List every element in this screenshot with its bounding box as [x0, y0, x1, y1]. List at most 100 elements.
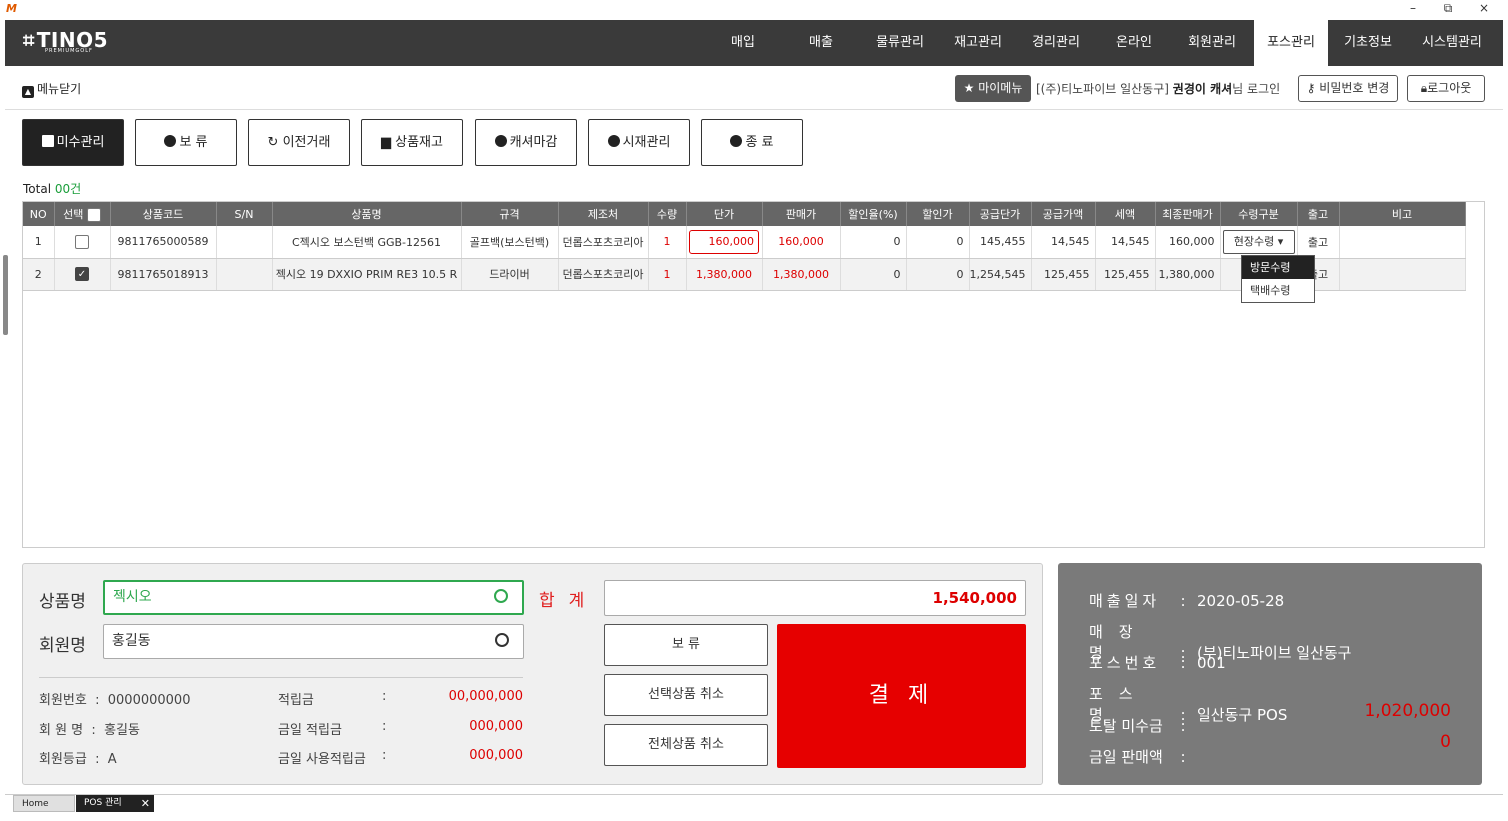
cash-management-button[interactable]: 시재관리	[588, 119, 690, 166]
product-stock-button[interactable]: ▆ 상품재고	[361, 119, 463, 166]
col-qty: 수량	[648, 202, 687, 226]
col-tax: 세액	[1095, 202, 1156, 226]
col-sn: S/N	[216, 202, 273, 226]
table-row[interactable]: 1 9811765000589 C젝시오 보스턴백 GGB-12561 골프백(…	[23, 226, 1466, 259]
minimize-icon[interactable]: –	[1403, 1, 1423, 15]
member-name-row: 회 원 명 : 홍길동	[39, 723, 140, 738]
col-out: 출고	[1297, 202, 1340, 226]
list-circle-icon	[494, 135, 507, 147]
brand-logo[interactable]: ⌗ TINO5 PREMIUMGOLF	[23, 28, 108, 54]
row-checkbox[interactable]	[75, 234, 89, 249]
receive-type-dropdown: 방문수령 택배수령	[1241, 255, 1315, 303]
member-name-label: 회원명	[39, 636, 86, 656]
save-icon: ▆	[381, 135, 391, 150]
nav-sales[interactable]: 매출	[795, 20, 847, 66]
col-spec: 규격	[461, 202, 559, 226]
nav-logistics[interactable]: 물류관리	[869, 20, 931, 66]
brand-mark-icon: ⌗	[23, 28, 35, 52]
nav-members[interactable]: 회원관리	[1181, 20, 1243, 66]
hold-toolbar-button[interactable]: 보 류	[135, 119, 237, 166]
product-name-label: 상품명	[39, 592, 86, 612]
restore-icon[interactable]: ⧉	[1438, 1, 1458, 16]
sales-summary-panel: 매출일자:2020-05-28 매장명: (부)티노파이브 일산동구 포스번호:0…	[1058, 563, 1482, 785]
login-info: [(주)티노파이브 일산동구] 권경이 캐셔님 로그인	[1036, 82, 1281, 96]
today-sales-value: 0	[1440, 732, 1451, 752]
tab-home[interactable]: Home	[13, 795, 75, 812]
close-tab-icon[interactable]: ✕	[141, 795, 150, 812]
col-sale-price: 판매가	[762, 202, 841, 226]
col-discount-rate: 할인율(%)	[840, 202, 907, 226]
col-name: 상품명	[272, 202, 462, 226]
member-grade-row: 회원등급 : A	[39, 752, 117, 767]
col-receive: 수령구분	[1220, 202, 1298, 226]
hold-button[interactable]: 보 류	[604, 624, 768, 666]
change-password-button[interactable]: ⚷ 비밀번호 변경	[1298, 75, 1398, 102]
won-circle-icon	[607, 135, 620, 147]
unit-price-input[interactable]: 160,000	[689, 229, 759, 254]
divider	[39, 677, 523, 678]
col-code: 상품코드	[110, 202, 217, 226]
exit-button[interactable]: 종 료	[701, 119, 803, 166]
my-menu-button[interactable]: ★ 마이메뉴	[955, 75, 1031, 102]
today-used-value: 000,000	[469, 748, 523, 763]
undo-icon: ↻	[267, 135, 279, 150]
ledger-icon	[41, 135, 54, 147]
member-no-row: 회원번호 : 0000000000	[39, 693, 191, 708]
col-select[interactable]: 선택	[54, 202, 111, 226]
nav-inventory[interactable]: 재고관리	[947, 20, 1009, 66]
nav-basic-info[interactable]: 기초정보	[1337, 20, 1399, 66]
window-titlebar: M – ⧉ ×	[0, 0, 1508, 20]
receive-option-delivery[interactable]: 택배수령	[1242, 279, 1314, 302]
pay-button[interactable]: 결 제	[777, 624, 1026, 768]
total-unpaid-value: 1,020,000	[1364, 701, 1451, 721]
col-supply-unit: 공급단가	[969, 202, 1032, 226]
sales-item-grid: NO 선택 상품코드 S/N 상품명 규격 제조처 수량 단가 판매가 할인율(…	[22, 201, 1485, 548]
cashier-close-button[interactable]: 캐셔마감	[475, 119, 577, 166]
nav-pos[interactable]: 포스관리	[1254, 20, 1328, 66]
left-scroll-handle[interactable]	[3, 255, 8, 335]
nav-accounting[interactable]: 경리관리	[1025, 20, 1087, 66]
col-unit-price: 단가	[686, 202, 763, 226]
points-label: 적립금	[278, 693, 314, 708]
tab-pos-management[interactable]: POS 관리 ✕	[76, 795, 154, 812]
app-icon: M	[6, 2, 17, 15]
total-unpaid-row: 토탈 미수금:	[1089, 717, 1186, 735]
receive-option-visit[interactable]: 방문수령	[1242, 256, 1314, 279]
close-window-icon[interactable]: ×	[1474, 1, 1494, 15]
caret-down-icon: ▾	[1277, 234, 1284, 248]
sale-date-row: 매출일자:2020-05-28	[1089, 592, 1285, 610]
collapse-icon: ▲	[22, 86, 34, 98]
star-icon: ★	[963, 81, 975, 95]
menu-close-button[interactable]: ▲ 메뉴닫기	[22, 80, 81, 98]
sum-label: 합계	[539, 591, 599, 611]
receivables-button[interactable]: 미수관리	[22, 119, 124, 166]
col-note: 비고	[1339, 202, 1466, 226]
col-maker: 제조처	[558, 202, 649, 226]
select-all-checkbox[interactable]	[86, 208, 101, 222]
nav-purchase[interactable]: 매입	[717, 20, 769, 66]
col-supply-amount: 공급가액	[1031, 202, 1096, 226]
today-points-label: 금일 적립금	[278, 723, 342, 738]
nav-system[interactable]: 시스템관리	[1409, 20, 1495, 66]
today-sales-row: 금일 판매액:	[1089, 748, 1186, 766]
search-icon[interactable]	[495, 633, 509, 647]
pos-no-row: 포스번호:001	[1089, 654, 1226, 672]
member-search-input[interactable]: 홍길동	[103, 624, 524, 659]
col-final-price: 최종판매가	[1155, 202, 1221, 226]
receive-type-select[interactable]: 현장수령 ▾	[1222, 229, 1295, 254]
table-header-row: NO 선택 상품코드 S/N 상품명 규격 제조처 수량 단가 판매가 할인율(…	[23, 202, 1466, 226]
product-search-input[interactable]: 젝시오	[103, 580, 524, 615]
col-no: NO	[23, 202, 55, 226]
sub-header: ▲ 메뉴닫기 ★ 마이메뉴 [(주)티노파이브 일산동구] 권경이 캐셔님 로그인…	[5, 66, 1503, 110]
nav-online[interactable]: 온라인	[1103, 20, 1165, 66]
close-circle-icon	[730, 135, 743, 147]
logout-button[interactable]: 🔒︎로그아웃	[1407, 75, 1485, 102]
bottom-tab-bar: Home POS 관리 ✕	[5, 794, 1503, 812]
cancel-selected-button[interactable]: 선택상품 취소	[604, 674, 768, 716]
search-icon[interactable]	[494, 589, 508, 603]
row-checkbox[interactable]: ✓	[75, 267, 89, 281]
sum-value: 1,540,000	[604, 580, 1026, 616]
col-discount-price: 할인가	[906, 202, 970, 226]
cancel-all-button[interactable]: 전체상품 취소	[604, 724, 768, 766]
previous-transactions-button[interactable]: ↻ 이전거래	[248, 119, 350, 166]
